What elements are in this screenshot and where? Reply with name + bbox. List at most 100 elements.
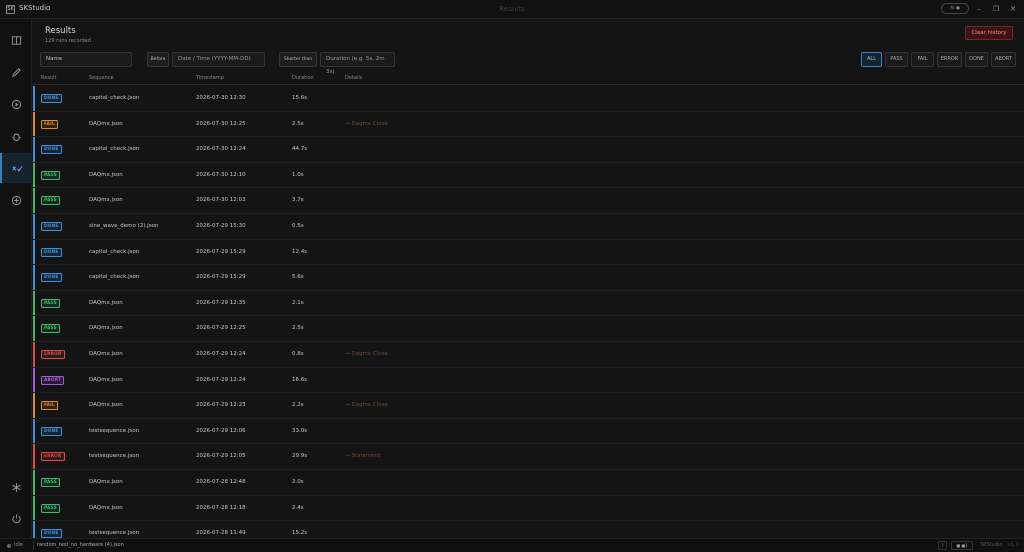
timestamp-cell: 2026-07-29 12:35 [196, 299, 246, 306]
window-title: Results [499, 5, 525, 13]
sidebar-item-results[interactable] [0, 153, 32, 183]
sidebar-item-add[interactable] [0, 185, 32, 215]
table-row[interactable]: PASS DAQmx.json 2026-07-30 12:10 1.0s [33, 162, 1024, 189]
table-row[interactable]: DONE capital_check.json 2026-07-30 12:24 44… [33, 137, 1024, 163]
table-row[interactable]: PASS DAQmx.json 2026-07-30 12:03 3.7s [33, 188, 1024, 214]
table-row[interactable]: DONE capital_check.json 2026-07-29 15:29 5.… [33, 265, 1024, 291]
panel-toggle-icon[interactable]: ■ ■1 [951, 541, 973, 550]
timestamp-cell: 2026-07-30 12:30 [196, 95, 246, 101]
status-badge: PASS [41, 324, 60, 334]
shorter-than-toggle[interactable]: Shorter than [279, 52, 317, 67]
results-table: DONE capital_check.json 2026-07-30 12:30 15… [33, 86, 1024, 538]
table-row[interactable]: PASS DAQmx.json 2026-07-28 12:48 2.0s [33, 470, 1024, 496]
timestamp-cell: 2026-07-29 12:05 [196, 453, 246, 460]
duration-cell: 2.0s [292, 479, 304, 485]
filter-all[interactable]: ALL [861, 52, 882, 67]
status-badge: DONE [41, 426, 62, 436]
table-row[interactable]: PASS DAQmx.json 2026-07-29 12:25 2.5s [33, 316, 1024, 342]
status-badge: PASS [41, 478, 60, 487]
row-status-bar [33, 316, 35, 341]
table-header: Result Sequence Timestamp Duration Detai… [33, 73, 1024, 85]
filter-abort[interactable]: ABORT [991, 52, 1016, 67]
sequence-cell: capital_check.json [89, 248, 140, 255]
close-button[interactable]: ✕ [1006, 3, 1020, 15]
table-row[interactable]: FAIL DAQmx.json 2026-07-29 12:23 2.2s → Daqm… [33, 393, 1024, 419]
column-details[interactable]: Details [345, 75, 362, 81]
table-row[interactable]: PASS DAQmx.json 2026-07-28 12:18 2.4s [33, 495, 1024, 522]
results-header: Results 129 runs recorded Clear history [33, 19, 1024, 49]
details-cell: → Daqmx Close [345, 402, 388, 409]
filter-pass[interactable]: PASS [885, 52, 908, 67]
app-logo-icon: SK [6, 5, 15, 14]
column-sequence[interactable]: Sequence [89, 75, 114, 81]
table-row[interactable]: ERROR testsequence.json 2026-07-29 12:05 29… [33, 444, 1024, 470]
column-result[interactable]: Result [41, 75, 56, 81]
sidebar-item-debug[interactable] [0, 121, 32, 151]
run-count: 129 runs recorded [45, 38, 91, 44]
filter-error[interactable]: ERROR [937, 52, 962, 67]
name-filter-input[interactable]: Name [40, 52, 132, 67]
status-dot-icon [7, 544, 11, 548]
table-row[interactable]: DONE capital_check.json 2026-07-29 15:29 12… [33, 239, 1024, 266]
sequence-cell: testsequence.json [89, 530, 140, 537]
column-duration[interactable]: Duration [292, 75, 314, 81]
duration-cell: 15.2s [292, 530, 308, 537]
timestamp-cell: 2026-07-29 12:24 [196, 351, 246, 357]
filter-done[interactable]: DONE [965, 52, 988, 67]
table-row[interactable]: DONE testsequence.json 2026-07-29 12:06 33.… [33, 418, 1024, 445]
table-row[interactable]: FAIL DAQmx.json 2026-07-30 12:25 2.5s → Daqm… [33, 111, 1024, 138]
table-row[interactable]: DONE capital_check.json 2026-07-30 12:30 15… [33, 86, 1024, 112]
duration-cell: 15.6s [292, 95, 308, 101]
status-badge: FAIL [41, 401, 58, 411]
table-row[interactable]: DONE sine_wave_demo (2).json 2026-07-29 15… [33, 214, 1024, 240]
sidebar-item-settings[interactable] [0, 472, 32, 502]
details-cell: → Statement [345, 453, 381, 460]
ai-toggle[interactable]: AI ● [941, 3, 969, 14]
sidebar-item-library[interactable] [0, 25, 32, 55]
duration-filter-input[interactable]: Duration (e.g. 5s, 2m 3s) [320, 52, 395, 75]
sequence-cell: DAQmx.json [89, 402, 123, 409]
table-row[interactable]: DONE testsequence.json 2026-07-28 11:49 15.… [33, 521, 1024, 538]
sidebar-item-run[interactable] [0, 89, 32, 119]
sequence-cell: DAQmx.json [89, 299, 123, 306]
restore-button[interactable]: ❐ [989, 3, 1003, 15]
row-status-bar [33, 495, 35, 521]
table-row[interactable]: ERROR DAQmx.json 2026-07-29 12:24 0.8s → Daq… [33, 342, 1024, 368]
date-filter-input[interactable]: Date / Time (YYYY-MM-DD) [172, 52, 265, 67]
duration-cell: 1.0s [292, 171, 304, 178]
minimize-button[interactable]: – [972, 3, 986, 15]
status-current-file[interactable]: random_test_no_hardware (4).json [33, 541, 233, 550]
row-status-bar [33, 470, 35, 495]
table-row[interactable]: ABORT DAQmx.json 2026-07-29 12:24 16.6s [33, 367, 1024, 394]
column-timestamp[interactable]: Timestamp [196, 75, 224, 81]
details-cell: → Daqmx Close [345, 351, 388, 357]
row-status-bar [33, 111, 35, 137]
timestamp-cell: 2026-07-28 12:18 [196, 504, 246, 511]
sequence-cell: DAQmx.json [89, 120, 123, 127]
status-badge: ERROR [41, 350, 65, 359]
sequence-cell: capital_check.json [89, 146, 140, 153]
sequence-cell: DAQmx.json [89, 325, 123, 332]
table-row[interactable]: PASS DAQmx.json 2026-07-29 12:35 2.1s [33, 290, 1024, 317]
sequence-cell: DAQmx.json [89, 504, 123, 511]
status-badge: FAIL [41, 119, 58, 129]
sidebar-item-power[interactable] [0, 503, 32, 533]
timestamp-cell: 2026-07-29 15:30 [196, 223, 246, 229]
sequence-cell: capital_check.json [89, 274, 140, 281]
status-badge: DONE [41, 273, 62, 283]
before-toggle[interactable]: Before [147, 52, 169, 67]
row-status-bar [33, 367, 35, 393]
duration-cell: 29.9s [292, 453, 308, 460]
sidebar-item-editor[interactable] [0, 57, 32, 87]
clear-history-button[interactable]: Clear history [965, 26, 1013, 40]
row-status-bar [33, 137, 35, 162]
filter-bar: Name Before Date / Time (YYYY-MM-DD) Sho… [33, 51, 1024, 75]
duration-cell: 44.7s [292, 146, 308, 153]
plus-circle-icon [11, 195, 21, 205]
duration-cell: 0.8s [292, 351, 304, 357]
row-status-bar [33, 86, 35, 111]
status-badge: PASS [41, 298, 60, 308]
duration-cell: 2.1s [292, 299, 304, 306]
help-icon[interactable]: ? [938, 541, 947, 550]
filter-fail[interactable]: FAIL [911, 52, 934, 67]
